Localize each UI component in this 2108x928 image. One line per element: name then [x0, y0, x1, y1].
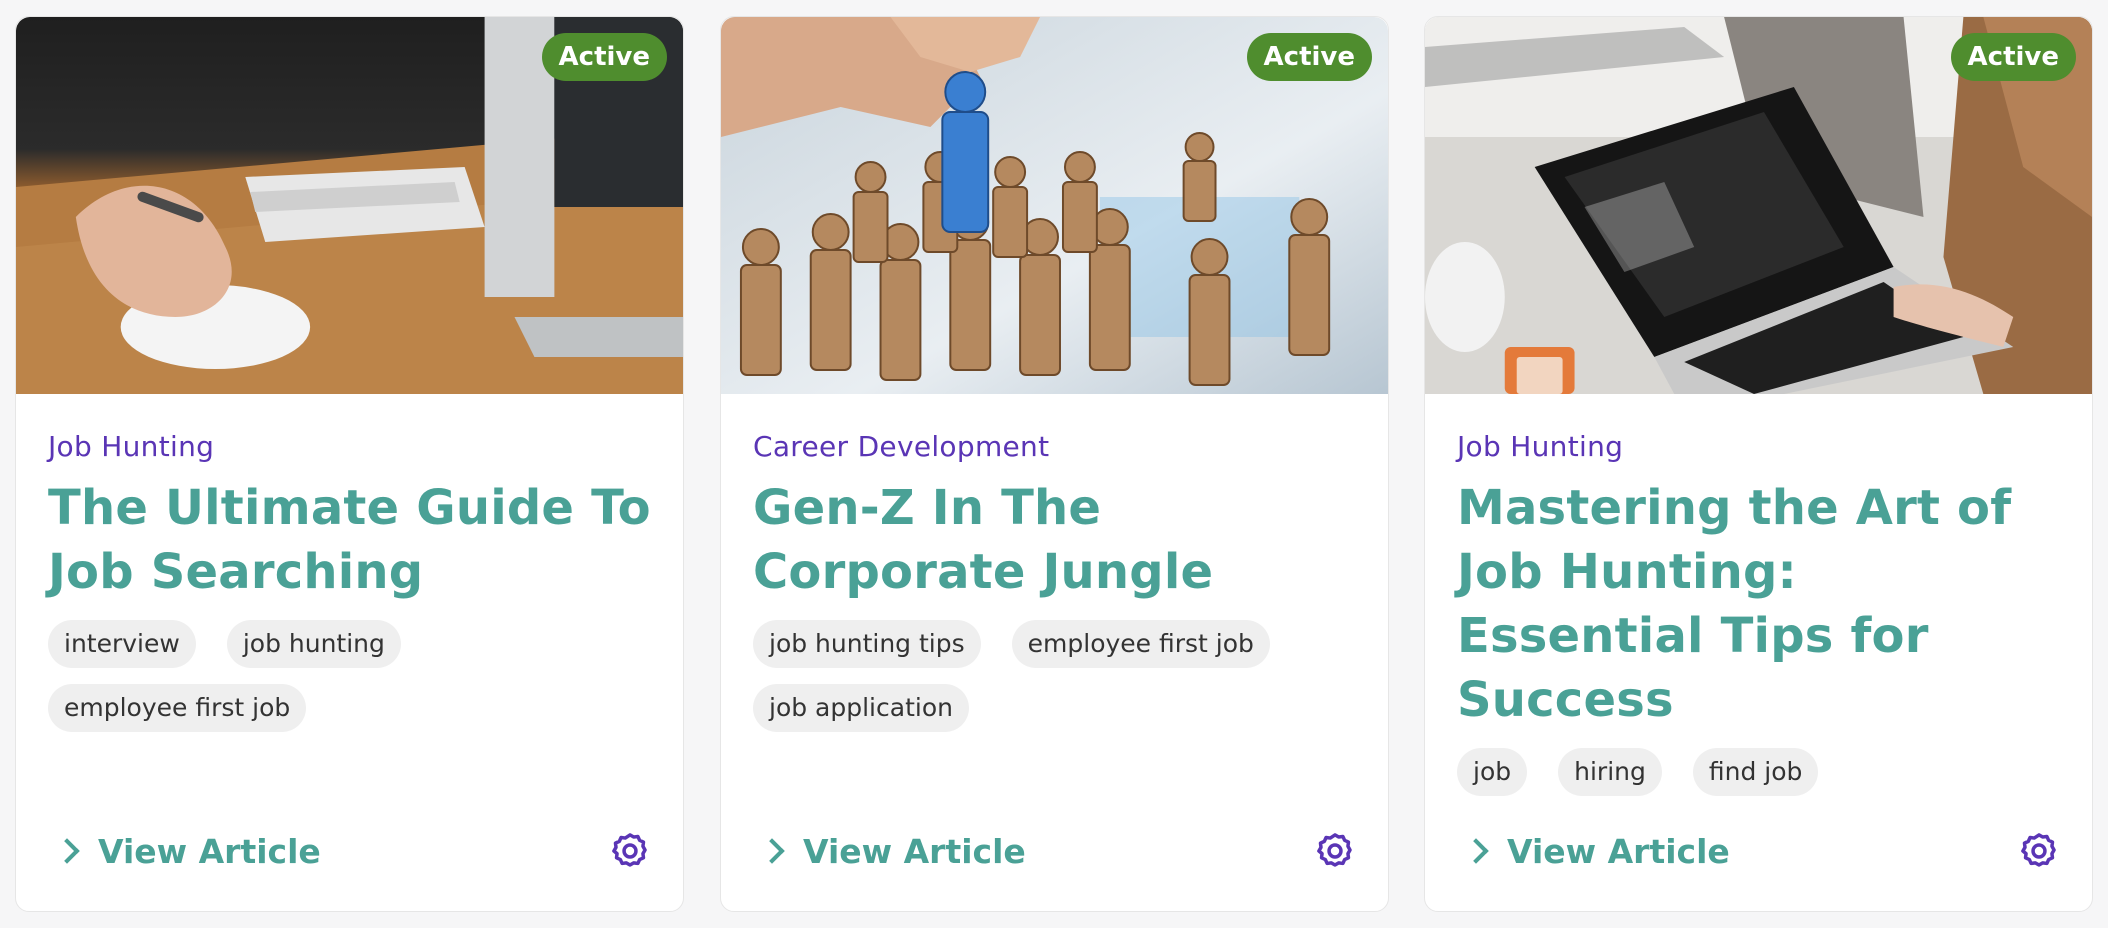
- article-card-list: Active Job Hunting The Ultimate Guide To…: [0, 0, 2108, 928]
- gear-icon[interactable]: [609, 830, 651, 872]
- article-category: Job Hunting: [1457, 430, 1624, 463]
- article-image[interactable]: Active: [16, 17, 683, 394]
- status-badge: Active: [1950, 33, 2076, 81]
- article-card: Active Job Hunting The Ultimate Guide To…: [15, 16, 684, 912]
- view-article-link[interactable]: View Article: [753, 832, 1026, 871]
- article-category: Career Development: [753, 430, 1050, 463]
- view-article-label: View Article: [98, 831, 321, 871]
- view-article-label: View Article: [1507, 831, 1730, 871]
- tag-chip[interactable]: find job: [1692, 748, 1819, 796]
- view-article-link[interactable]: View Article: [48, 832, 321, 871]
- article-image[interactable]: Active: [721, 17, 1388, 394]
- article-card: Active Job Hunting Mastering the Art of …: [1424, 16, 2093, 912]
- article-image[interactable]: Active: [1425, 17, 2092, 394]
- tag-chip[interactable]: interview: [48, 620, 196, 668]
- gear-icon[interactable]: [2018, 830, 2060, 872]
- tag-chip[interactable]: job hunting: [226, 620, 401, 668]
- chevron-right-icon: [1463, 838, 1489, 864]
- view-article-link[interactable]: View Article: [1457, 832, 1730, 871]
- tag-chip[interactable]: job application: [753, 684, 969, 732]
- tag-chip[interactable]: employee first job: [48, 684, 307, 732]
- tag-chip[interactable]: employee first job: [1011, 620, 1270, 668]
- status-badge: Active: [1246, 33, 1372, 81]
- article-title[interactable]: Mastering the Art of Job Hunting: Essent…: [1457, 476, 2060, 732]
- tag-chip[interactable]: hiring: [1558, 748, 1662, 796]
- tag-list: job hiring find job: [1457, 748, 2060, 796]
- chevron-right-icon: [759, 838, 785, 864]
- view-article-label: View Article: [803, 831, 1026, 871]
- tag-chip[interactable]: job hunting tips: [753, 620, 981, 668]
- tag-list: interview job hunting employee first job: [48, 620, 651, 732]
- gear-icon[interactable]: [1314, 830, 1356, 872]
- tag-chip[interactable]: job: [1457, 748, 1528, 796]
- article-title[interactable]: The Ultimate Guide To Job Searching: [48, 476, 651, 604]
- status-badge: Active: [541, 33, 667, 81]
- article-category: Job Hunting: [48, 430, 215, 463]
- tag-list: job hunting tips employee first job job …: [753, 620, 1356, 732]
- article-card: Active Career Development Gen-Z In The C…: [720, 16, 1389, 912]
- article-title[interactable]: Gen-Z In The Corporate Jungle: [753, 476, 1356, 604]
- chevron-right-icon: [54, 838, 80, 864]
